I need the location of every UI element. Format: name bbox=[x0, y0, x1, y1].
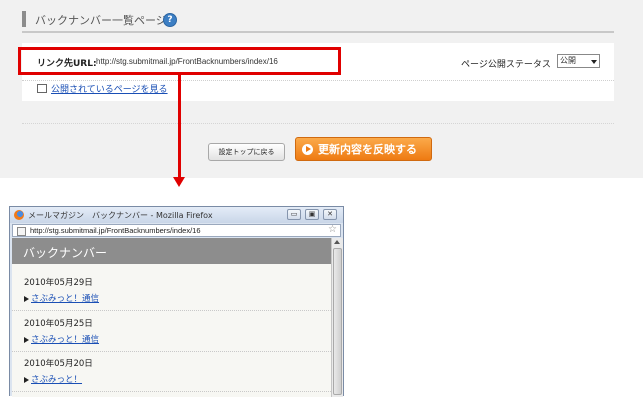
section-header: バックナンバー一覧ページ ? bbox=[22, 9, 614, 33]
bookmark-star-icon[interactable]: ☆ bbox=[328, 224, 337, 235]
entry-link-text: さぶみっと！通信 bbox=[31, 335, 100, 345]
apply-changes-button[interactable]: 更新内容を反映する bbox=[295, 137, 432, 161]
entry-link-text: さぶみっと！通信 bbox=[31, 294, 100, 304]
maximize-button[interactable]: ▣ bbox=[305, 209, 319, 220]
page-header: バックナンバー bbox=[12, 238, 331, 264]
divider bbox=[22, 80, 614, 81]
browser-window-title: メールマガジン バックナンバー - Mozilla Firefox bbox=[28, 211, 213, 220]
section-title: バックナンバー一覧ページ bbox=[35, 14, 167, 27]
entry-separator bbox=[12, 310, 331, 311]
close-button[interactable]: ✕ bbox=[323, 209, 337, 220]
arrow-down-icon bbox=[173, 177, 185, 187]
status-label: ページ公開ステータス bbox=[461, 60, 551, 70]
status-select[interactable]: 公開 bbox=[557, 54, 600, 68]
entry-link[interactable]: さぶみっと！ bbox=[24, 373, 82, 385]
address-bar[interactable]: http://stg.submitmail.jp/FrontBacknumber… bbox=[12, 224, 341, 237]
entry-link[interactable]: さぶみっと！通信 bbox=[24, 292, 99, 304]
section-header-bar bbox=[22, 11, 26, 27]
site-icon bbox=[17, 227, 26, 236]
view-published-page-link[interactable]: 公開されているページを見る bbox=[51, 82, 168, 95]
triangle-right-icon bbox=[24, 376, 29, 383]
browser-window: メールマガジン バックナンバー - Mozilla Firefox ▭ ▣ ✕ … bbox=[9, 206, 344, 397]
admin-panel: バックナンバー一覧ページ ? リンク先URL: http://stg.submi… bbox=[0, 0, 643, 178]
apply-changes-label: 更新内容を反映する bbox=[318, 143, 417, 156]
address-url: http://stg.submitmail.jp/FrontBacknumber… bbox=[30, 226, 201, 235]
firefox-logo-icon bbox=[14, 210, 24, 220]
entry-separator bbox=[12, 351, 331, 352]
help-icon[interactable]: ? bbox=[163, 13, 177, 27]
status-select-value: 公開 bbox=[560, 56, 576, 65]
chevron-down-icon bbox=[591, 60, 597, 64]
page-icon bbox=[37, 84, 47, 93]
vertical-scrollbar[interactable] bbox=[331, 238, 343, 397]
scrollbar-thumb[interactable] bbox=[333, 248, 342, 395]
play-icon bbox=[302, 144, 313, 155]
divider bbox=[22, 123, 614, 124]
page-title: バックナンバー bbox=[23, 246, 108, 260]
triangle-right-icon bbox=[24, 295, 29, 302]
entry-link-text: さぶみっと！ bbox=[31, 375, 83, 385]
back-to-top-button[interactable]: 設定トップに戻る bbox=[208, 143, 285, 161]
entry-link[interactable]: さぶみっと！通信 bbox=[24, 333, 99, 345]
triangle-right-icon bbox=[24, 336, 29, 343]
arrow-line bbox=[178, 75, 181, 178]
entry-separator bbox=[12, 391, 331, 392]
entry-date: 2010年05月29日 bbox=[24, 278, 93, 288]
url-highlight-box bbox=[18, 47, 341, 75]
browser-titlebar: メールマガジン バックナンバー - Mozilla Firefox ▭ ▣ ✕ bbox=[10, 207, 343, 223]
entry-date: 2010年05月25日 bbox=[24, 319, 93, 329]
entry-date: 2010年05月20日 bbox=[24, 359, 93, 369]
scroll-up-icon[interactable] bbox=[334, 240, 340, 244]
browser-content: バックナンバー 2010年05月29日 さぶみっと！通信 2010年05月25日… bbox=[12, 238, 331, 397]
minimize-button[interactable]: ▭ bbox=[287, 209, 301, 220]
